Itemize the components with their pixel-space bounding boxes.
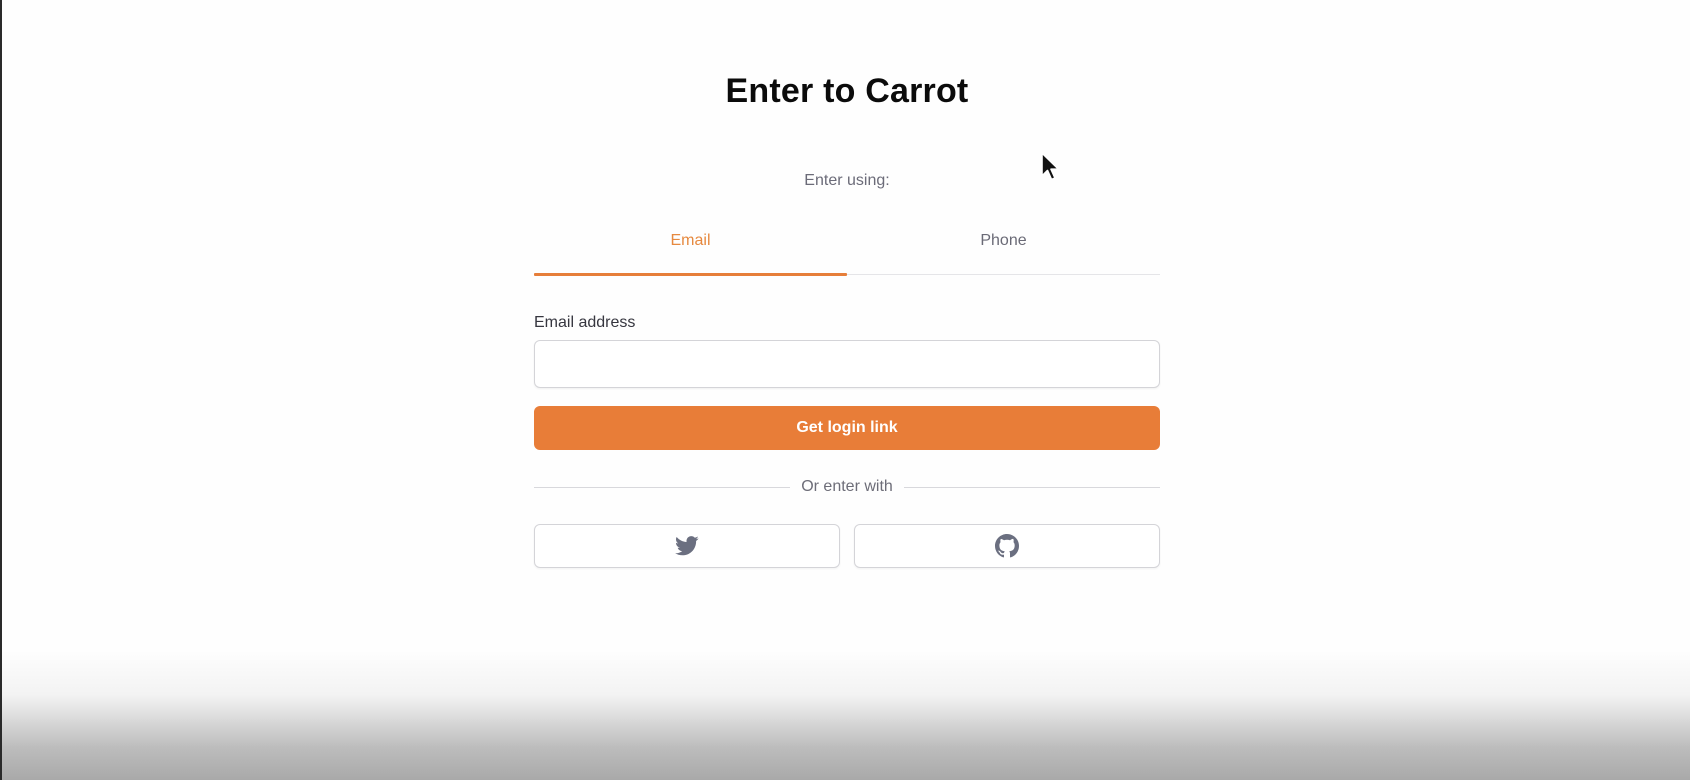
divider-line-right [904,487,1160,488]
email-field-label: Email address [534,314,636,331]
window-left-edge [0,0,2,780]
mouse-pointer-icon [1040,152,1062,187]
bottom-shadow-fade [2,650,1690,780]
email-field[interactable] [534,340,1160,388]
github-icon [995,534,1019,558]
social-login-row [534,524,1160,568]
login-method-tabs: Email Phone [534,222,1160,276]
twitter-login-button[interactable] [534,524,840,568]
twitter-icon [675,536,699,556]
tab-email[interactable]: Email [534,222,847,276]
tab-phone[interactable]: Phone [847,222,1160,274]
page-title: Enter to Carrot [725,72,969,110]
enter-using-label: Enter using: [804,172,890,189]
get-login-link-button[interactable]: Get login link [534,406,1160,450]
github-login-button[interactable] [854,524,1160,568]
or-enter-with-divider: Or enter with [534,478,1160,498]
